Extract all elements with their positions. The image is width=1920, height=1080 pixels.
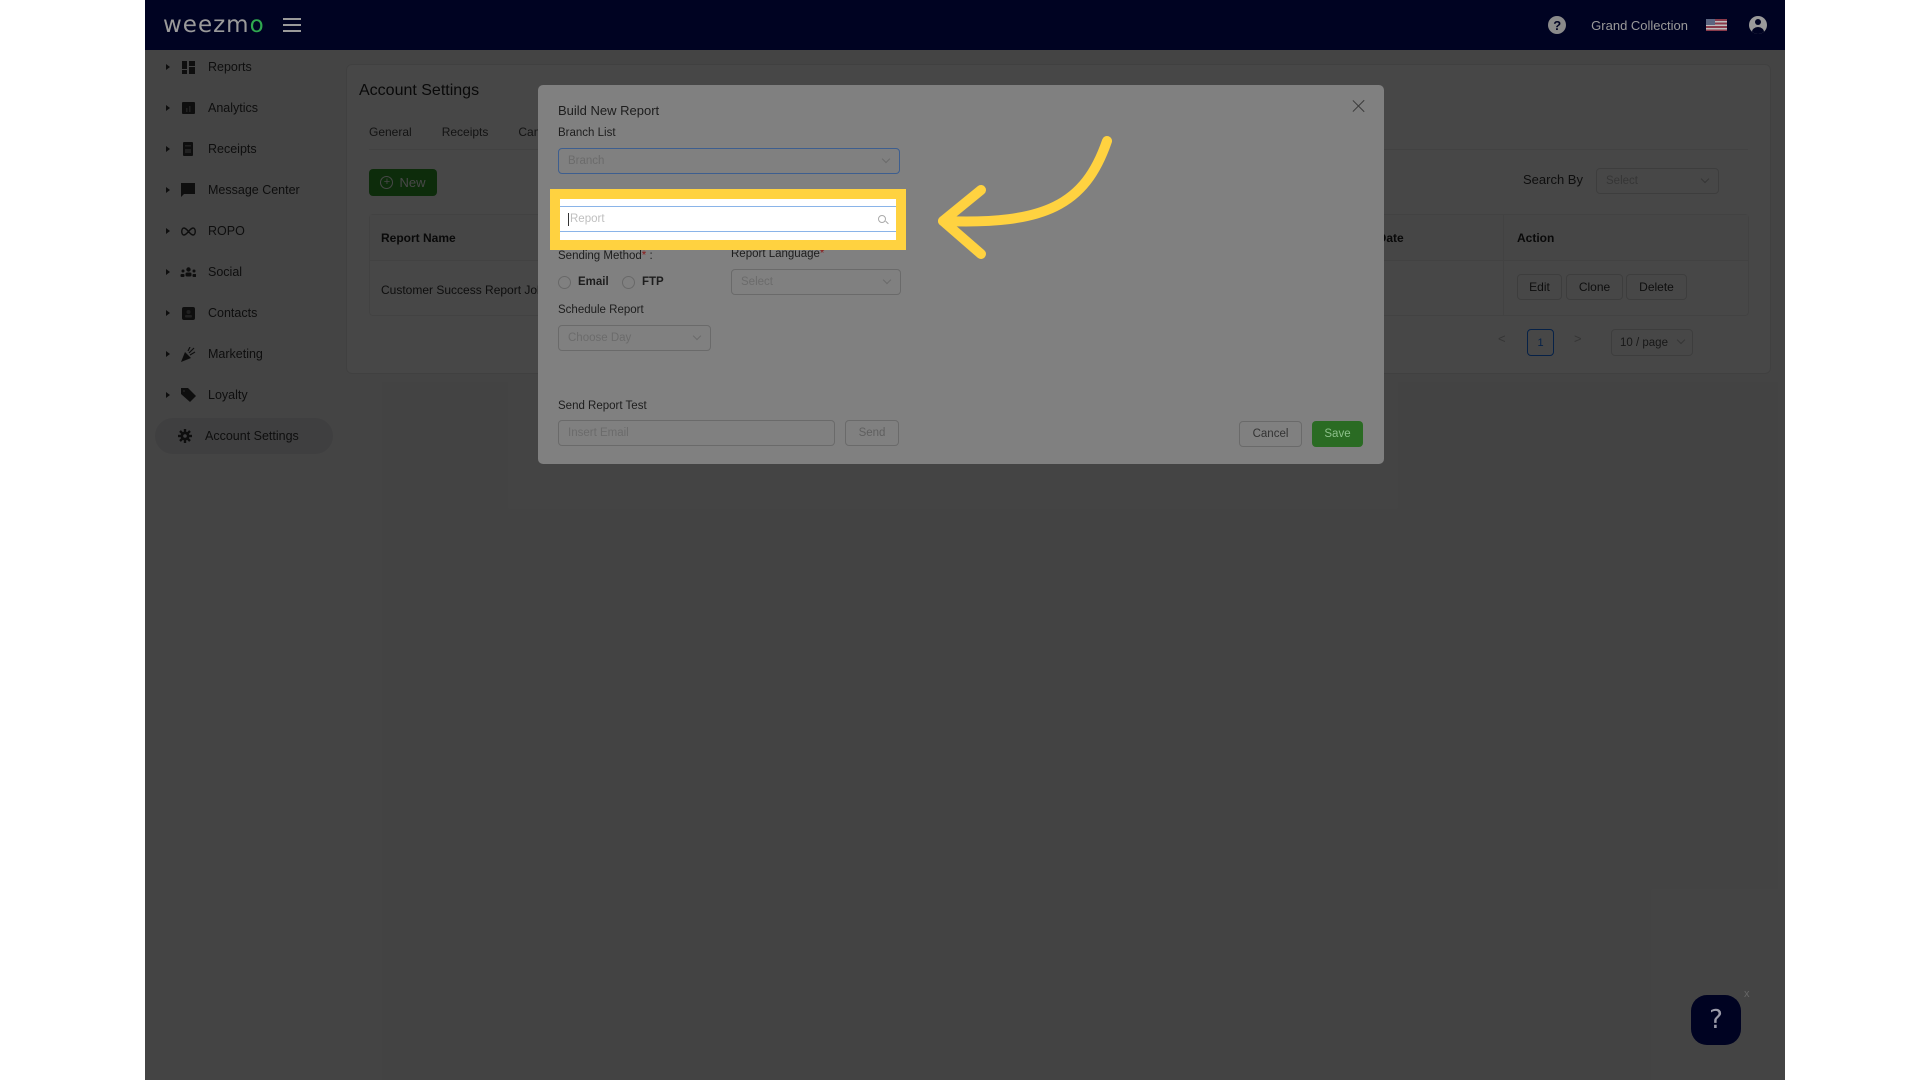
chevron-down-icon xyxy=(692,331,702,341)
help-icon[interactable]: ? xyxy=(1548,16,1567,34)
test-email-input[interactable]: Insert Email xyxy=(558,420,835,446)
us-flag-icon[interactable] xyxy=(1706,19,1727,31)
logo-text: weezm xyxy=(163,12,250,38)
ftp-radio-label[interactable]: FTP xyxy=(642,276,664,288)
weezmo-logo: weezm o xyxy=(163,12,265,38)
email-placeholder: Insert Email xyxy=(568,427,629,439)
store-name[interactable]: Grand Collection xyxy=(1591,18,1688,33)
top-navigation-bar: weezm o ? Grand Collection xyxy=(145,0,1785,50)
logo-accent: o xyxy=(249,12,265,38)
close-icon[interactable] xyxy=(1352,99,1366,113)
save-button[interactable]: Save xyxy=(1312,421,1363,447)
hamburger-menu-icon[interactable] xyxy=(282,18,301,32)
tutorial-arrow-icon xyxy=(938,136,1112,259)
schedule-day-select[interactable]: Choose Day xyxy=(558,325,711,351)
chevron-down-icon xyxy=(882,275,892,285)
send-report-test-label: Send Report Test xyxy=(558,400,647,412)
email-radio[interactable] xyxy=(558,276,571,289)
ftp-radio[interactable] xyxy=(622,276,635,289)
text-cursor xyxy=(568,212,569,226)
modal-title: Build New Report xyxy=(558,103,660,118)
schedule-placeholder: Choose Day xyxy=(568,332,632,344)
report-field-container: Report xyxy=(560,199,896,240)
chevron-down-icon xyxy=(881,154,891,164)
report-language-select[interactable]: Select xyxy=(731,269,901,295)
report-search-input[interactable]: Report xyxy=(560,206,896,232)
sending-method-label: Sending Method* : xyxy=(558,250,653,262)
report-placeholder: Report xyxy=(570,213,605,225)
report-language-placeholder: Select xyxy=(741,276,773,288)
topbar-actions: ? Grand Collection xyxy=(1548,16,1767,34)
label-suffix: : xyxy=(646,250,653,262)
send-test-button[interactable]: Send xyxy=(845,420,899,446)
sending-method-text: Sending Method xyxy=(558,250,642,262)
help-widget-close[interactable]: x xyxy=(1744,988,1750,1000)
email-radio-label[interactable]: Email xyxy=(578,276,609,288)
branch-placeholder: Branch xyxy=(568,155,605,167)
schedule-report-label: Schedule Report xyxy=(558,304,644,316)
help-chat-button[interactable]: ? xyxy=(1691,995,1741,1045)
branch-select[interactable]: Branch xyxy=(558,148,900,174)
tutorial-highlight-box: Report xyxy=(550,189,906,250)
branch-list-label: Branch List xyxy=(558,127,616,139)
cancel-button[interactable]: Cancel xyxy=(1239,421,1302,447)
search-icon xyxy=(878,215,886,223)
user-account-icon[interactable] xyxy=(1749,16,1767,34)
